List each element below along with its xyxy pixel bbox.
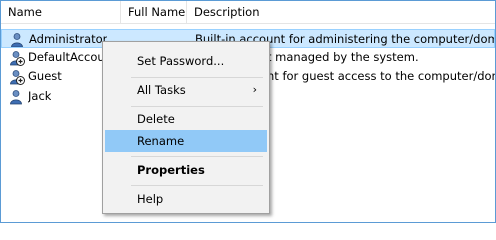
menu-separator bbox=[131, 77, 263, 78]
row-name: Guest bbox=[28, 69, 62, 83]
user-disabled-icon bbox=[9, 69, 25, 85]
row-description: nt for guest access to the computer/doma… bbox=[267, 69, 495, 83]
menu-item-set-password[interactable]: Set Password... bbox=[105, 50, 267, 72]
column-header-name[interactable]: Name bbox=[1, 1, 120, 23]
menu-item-help[interactable]: Help bbox=[105, 188, 267, 210]
row-name: Administrator bbox=[29, 32, 108, 46]
user-icon bbox=[10, 32, 26, 48]
menu-item-properties[interactable]: Properties bbox=[105, 159, 267, 181]
row-name: Jack bbox=[28, 89, 52, 103]
menu-item-all-tasks[interactable]: All Tasks › bbox=[105, 79, 267, 101]
menu-item-label: All Tasks bbox=[137, 83, 186, 97]
column-header-description[interactable]: Description bbox=[186, 1, 495, 23]
menu-separator bbox=[131, 106, 263, 107]
menu-item-rename[interactable]: Rename bbox=[105, 130, 267, 152]
row-description: t managed by the system. bbox=[267, 50, 419, 64]
column-header-full-name[interactable]: Full Name bbox=[120, 1, 186, 23]
menu-separator bbox=[131, 156, 263, 157]
list-header: Name Full Name Description bbox=[1, 1, 495, 24]
menu-item-delete[interactable]: Delete bbox=[105, 108, 267, 130]
menu-separator bbox=[131, 185, 263, 186]
row-name: DefaultAccou bbox=[28, 50, 105, 64]
context-menu: Set Password... All Tasks › Delete Renam… bbox=[102, 41, 270, 214]
submenu-arrow-icon: › bbox=[252, 83, 257, 96]
user-icon bbox=[9, 89, 25, 105]
user-disabled-icon bbox=[9, 50, 25, 66]
users-list-window: Name Full Name Description Administrator… bbox=[0, 0, 496, 223]
